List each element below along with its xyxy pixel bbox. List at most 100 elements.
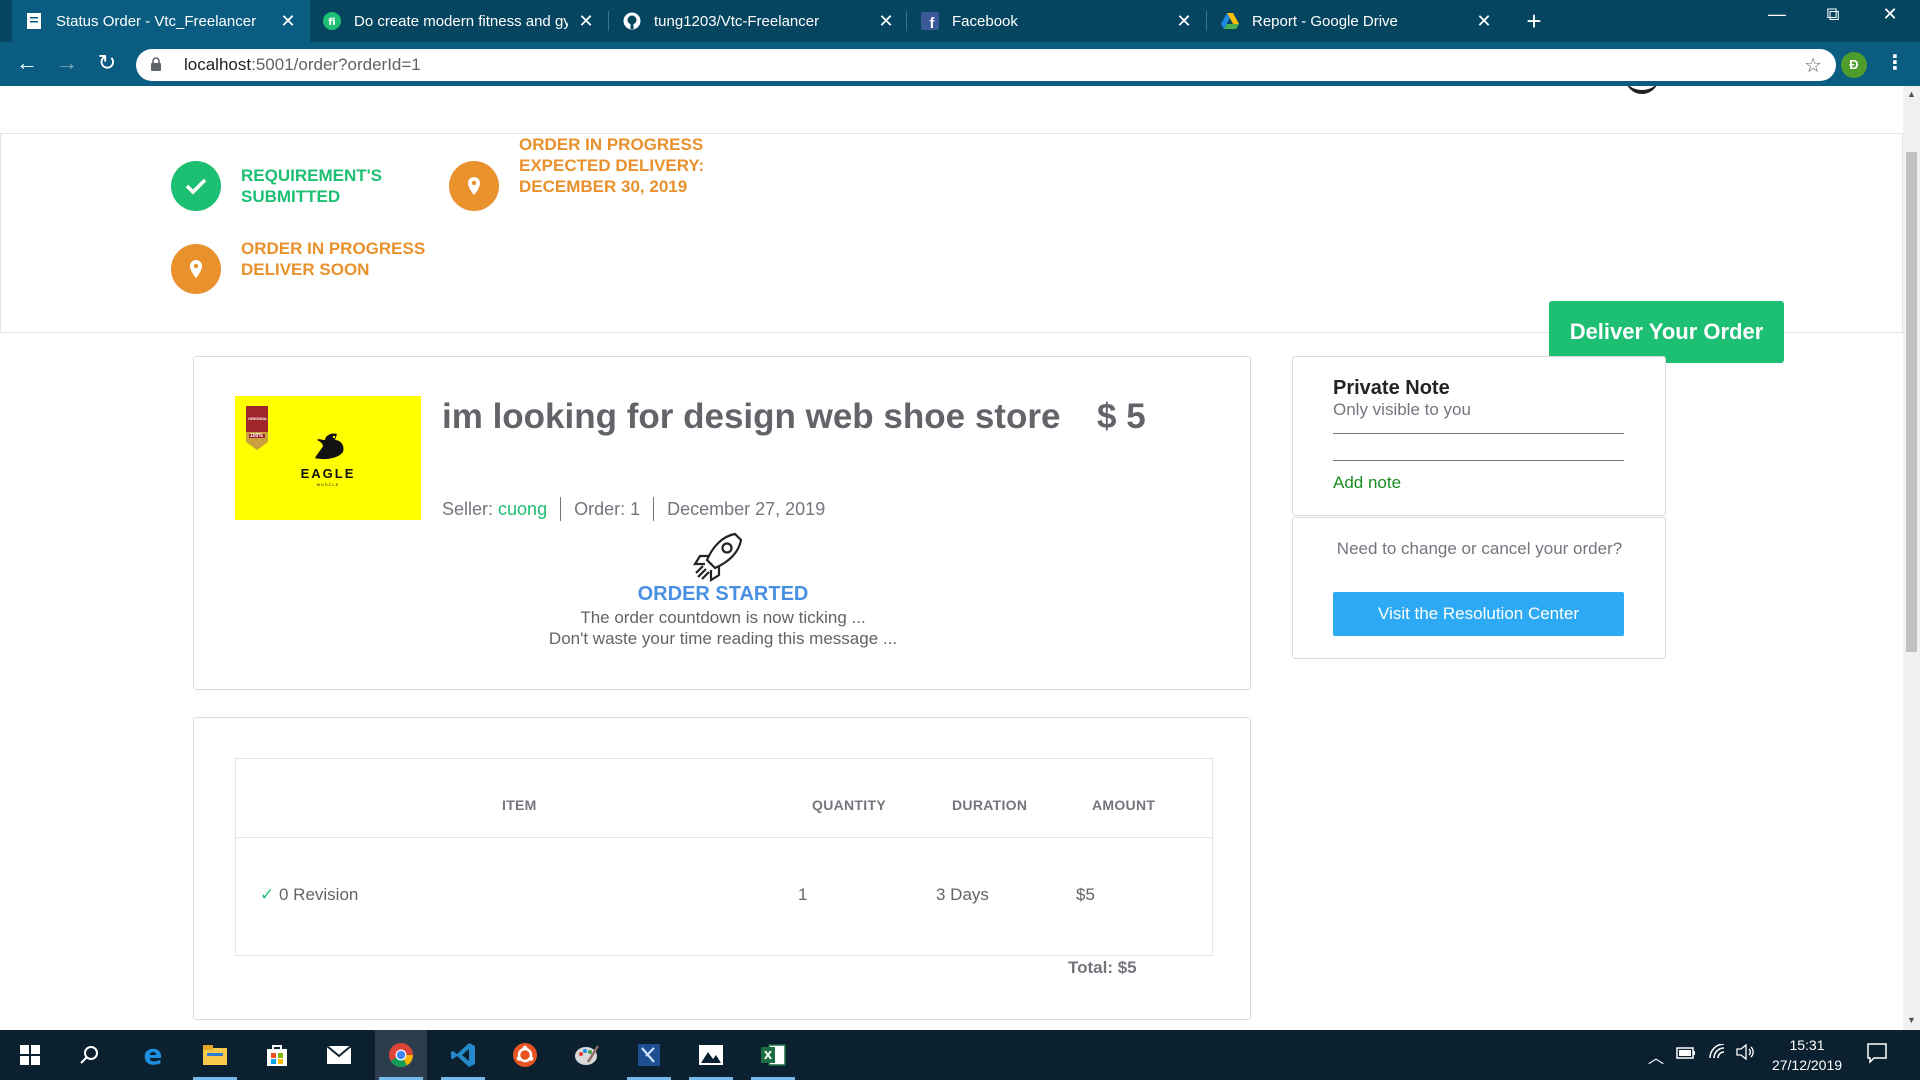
tab-separator xyxy=(608,11,609,31)
column-header-quantity: QUANTITY xyxy=(812,797,886,813)
close-window-button[interactable]: ✕ xyxy=(1870,4,1910,25)
deliver-order-button[interactable]: Deliver Your Order xyxy=(1549,301,1784,363)
scroll-down-arrow[interactable]: ▼ xyxy=(1903,1015,1920,1025)
search-icon[interactable] xyxy=(63,1030,115,1080)
ssms-icon[interactable] xyxy=(623,1030,675,1080)
photos-icon[interactable] xyxy=(685,1030,737,1080)
page-viewport: REQUIREMENT'S SUBMITTED ORDER IN PROGRES… xyxy=(0,86,1903,1030)
status-step-label: REQUIREMENT'S SUBMITTED xyxy=(241,166,382,206)
address-bar[interactable]: localhost:5001/order?orderId=1 ☆ xyxy=(136,49,1836,81)
order-card: ORIGINAL 100% EAGLE MUSCLE im looking fo… xyxy=(193,356,1251,690)
taskbar-clock[interactable]: 15:31 27/12/2019 xyxy=(1767,1035,1847,1075)
table-row: ✓ 0 Revision xyxy=(260,885,358,905)
thumbnail-sub: MUSCLE xyxy=(316,482,340,487)
order-meta: Seller: cuong Order: 1 December 27, 2019 xyxy=(442,497,825,521)
tab-title: Report - Google Drive xyxy=(1252,12,1398,30)
svg-text:fi: fi xyxy=(328,17,335,28)
tab-facebook[interactable]: f Facebook ✕ xyxy=(908,0,1206,42)
tab-title: Do create modern fitness and gym xyxy=(354,12,568,30)
order-started-title: ORDER STARTED xyxy=(637,583,809,605)
eagle-logo-icon xyxy=(311,428,347,469)
vscode-icon[interactable] xyxy=(437,1030,489,1080)
close-tab-icon[interactable]: ✕ xyxy=(576,11,596,32)
new-tab-button[interactable]: + xyxy=(1519,6,1549,37)
rocket-icon xyxy=(691,528,747,584)
minimize-button[interactable]: — xyxy=(1757,4,1797,25)
resolution-card: Need to change or cancel your order? Vis… xyxy=(1292,517,1666,659)
restore-button[interactable]: ⧉ xyxy=(1813,4,1853,25)
location-pin-icon xyxy=(449,161,499,211)
private-note-card: Private Note Only visible to you Add not… xyxy=(1292,356,1666,516)
battery-icon[interactable] xyxy=(1676,1046,1696,1064)
ubuntu-icon[interactable] xyxy=(499,1030,551,1080)
close-tab-icon[interactable]: ✕ xyxy=(1474,11,1494,32)
url-path: :5001/order?orderId=1 xyxy=(251,55,421,74)
tab-status-order[interactable]: Status Order - Vtc_Freelancer ✕ xyxy=(12,0,310,42)
profile-avatar[interactable]: Đ xyxy=(1841,52,1867,78)
windows-start-icon[interactable] xyxy=(4,1030,56,1080)
document-icon xyxy=(24,11,44,31)
scrollbar-thumb[interactable] xyxy=(1906,152,1917,652)
status-step-in-progress: ORDER IN PROGRESS EXPECTED DELIVERY: Dec… xyxy=(449,134,709,211)
wifi-icon[interactable] xyxy=(1708,1043,1726,1065)
resolution-center-button[interactable]: Visit the Resolution Center xyxy=(1333,592,1624,636)
location-pin-icon xyxy=(171,244,221,294)
header-avatar-edge xyxy=(1625,86,1659,94)
private-note-title: Private Note xyxy=(1333,377,1450,399)
google-drive-icon xyxy=(1220,11,1240,31)
order-total: Total: $5 xyxy=(1068,958,1137,977)
column-header-duration: DURATION xyxy=(952,797,1028,813)
mail-icon[interactable] xyxy=(313,1030,365,1080)
scroll-up-arrow[interactable]: ▲ xyxy=(1903,89,1920,99)
edge-icon[interactable]: e xyxy=(127,1030,179,1080)
gig-thumbnail[interactable]: ORIGINAL 100% EAGLE MUSCLE xyxy=(235,396,421,520)
status-step-label: ORDER IN PROGRESS EXPECTED DELIVERY: Dec… xyxy=(519,135,705,196)
items-table: ITEM QUANTITY DURATION AMOUNT ✓ 0 Revisi… xyxy=(235,758,1213,956)
tab-github[interactable]: tung1203/Vtc-Freelancer ✕ xyxy=(610,0,908,42)
excel-icon[interactable]: X xyxy=(747,1030,799,1080)
reload-button[interactable]: ↻ xyxy=(92,50,122,76)
item-amount: $5 xyxy=(1076,885,1095,904)
divider xyxy=(1333,433,1624,434)
tab-title: Status Order - Vtc_Freelancer xyxy=(56,12,257,30)
back-button[interactable]: ← xyxy=(12,50,42,76)
order-status-bar: REQUIREMENT'S SUBMITTED ORDER IN PROGRES… xyxy=(0,133,1903,363)
close-tab-icon[interactable]: ✕ xyxy=(876,11,896,32)
item-quantity: 1 xyxy=(798,885,808,904)
badge-bottom-text: 100% xyxy=(250,433,263,439)
bookmark-star-icon[interactable]: ☆ xyxy=(1804,53,1822,78)
thumbnail-brand: EAGLE xyxy=(300,466,356,481)
file-explorer-icon[interactable] xyxy=(189,1030,241,1080)
order-items-card: ITEM QUANTITY DURATION AMOUNT ✓ 0 Revisi… xyxy=(193,717,1251,1020)
page-scrollbar[interactable]: ▲ ▼ xyxy=(1903,86,1920,1030)
seller-link[interactable]: cuong xyxy=(498,499,547,520)
item-duration: 3 Days xyxy=(936,885,989,904)
gig-price: $ 5 xyxy=(1097,397,1146,436)
tab-fiverr[interactable]: fi Do create modern fitness and gym ✕ xyxy=(310,0,608,42)
order-started-line: Don't waste your time reading this messa… xyxy=(548,629,898,648)
close-tab-icon[interactable]: ✕ xyxy=(278,11,298,32)
show-hidden-icons-icon[interactable]: ︿ xyxy=(1648,1044,1664,1068)
browser-menu-icon[interactable]: ⋮ xyxy=(1885,50,1905,75)
volume-icon[interactable] xyxy=(1736,1043,1756,1065)
tab-separator xyxy=(1206,11,1207,31)
close-tab-icon[interactable]: ✕ xyxy=(1174,11,1194,32)
add-note-link[interactable]: Add note xyxy=(1333,473,1401,493)
url-host: localhost xyxy=(184,55,252,74)
status-step-label: ORDER IN PROGRESS DELIVER SOON xyxy=(241,239,426,279)
order-number: Order: 1 xyxy=(574,498,641,519)
order-date: December 27, 2019 xyxy=(667,498,826,519)
store-icon[interactable] xyxy=(251,1030,303,1080)
paint-icon[interactable] xyxy=(561,1030,613,1080)
facebook-icon: f xyxy=(920,11,940,31)
badge-top-text: ORIGINAL xyxy=(248,416,268,421)
browser-tab-bar: Status Order - Vtc_Freelancer ✕ fi Do cr… xyxy=(0,0,1920,42)
chrome-icon[interactable] xyxy=(375,1030,427,1080)
resolution-text: Need to change or cancel your order? xyxy=(1336,539,1623,558)
tab-google-drive[interactable]: Report - Google Drive ✕ xyxy=(1208,0,1506,42)
gig-title[interactable]: im looking for design web shoe store xyxy=(442,397,1060,437)
column-header-item: ITEM xyxy=(502,797,537,813)
notifications-icon[interactable] xyxy=(1866,1042,1888,1069)
forward-button[interactable]: → xyxy=(52,50,82,76)
svg-text:X: X xyxy=(764,1049,773,1062)
